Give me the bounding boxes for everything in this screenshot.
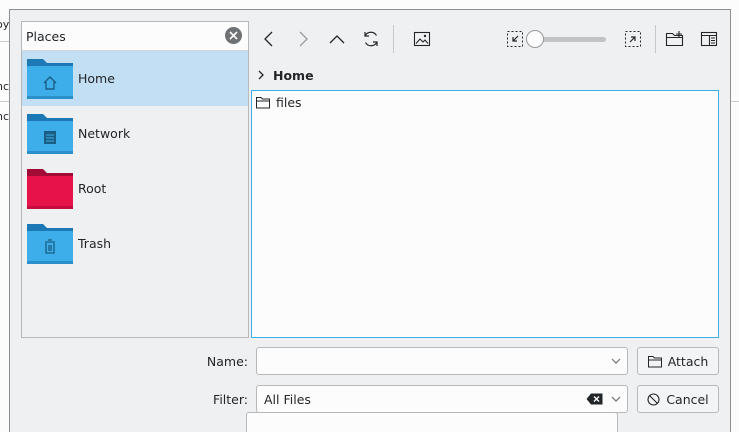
navigation-toolbar	[256, 22, 726, 56]
breadcrumb: Home	[255, 65, 314, 85]
toolbar-separator	[393, 25, 394, 53]
file-view[interactable]: files	[251, 90, 719, 338]
places-item-home[interactable]: Home	[22, 51, 248, 106]
places-item-label: Home	[78, 71, 115, 86]
new-folder-button[interactable]	[662, 26, 688, 52]
zoom-in-button[interactable]	[620, 26, 646, 52]
places-item-label: Root	[78, 181, 107, 196]
filter-value: All Files	[264, 392, 311, 407]
places-item-label: Trash	[78, 236, 112, 251]
folder-icon	[256, 96, 270, 108]
background-text: nc	[0, 80, 10, 93]
back-button[interactable]	[256, 26, 282, 52]
places-panel: Places Home Network Root Trash	[21, 21, 249, 338]
breadcrumb-home[interactable]: Home	[273, 68, 314, 83]
file-dialog: Places Home Network Root Trash Home file…	[9, 9, 731, 432]
close-icon[interactable]	[225, 27, 242, 44]
partial-combobox[interactable]	[246, 412, 618, 432]
places-list: Home Network Root Trash	[22, 51, 248, 271]
folder-root-icon	[27, 169, 73, 209]
preview-button[interactable]	[409, 26, 435, 52]
cancel-label: Cancel	[666, 391, 709, 407]
list-item[interactable]: files	[256, 93, 302, 111]
up-icon	[329, 35, 345, 44]
folder-network-icon	[27, 114, 73, 154]
view-options-icon	[700, 31, 718, 47]
preview-icon	[413, 31, 431, 47]
reload-icon	[364, 31, 378, 47]
places-item-label: Network	[78, 126, 131, 141]
places-item-trash[interactable]: Trash	[22, 216, 248, 271]
forward-button[interactable]	[290, 26, 316, 52]
filter-label: Filter:	[213, 392, 248, 407]
chevron-down-icon[interactable]	[611, 357, 621, 365]
folder-open-icon	[647, 355, 662, 367]
up-button[interactable]	[324, 26, 350, 52]
folder-home-icon	[27, 59, 73, 99]
chevron-right-icon[interactable]	[255, 69, 267, 81]
clear-text-icon[interactable]	[586, 393, 603, 405]
back-icon	[264, 31, 273, 47]
name-combobox[interactable]	[256, 347, 628, 375]
cancel-button[interactable]: Cancel	[637, 385, 719, 413]
zoom-slider-handle[interactable]	[526, 30, 544, 48]
background-text: nc	[0, 110, 10, 123]
places-header: Places	[22, 22, 248, 51]
attach-button[interactable]: Attach	[637, 347, 719, 375]
new-folder-icon	[665, 31, 684, 47]
attach-label: Attach	[667, 353, 709, 369]
forward-icon	[299, 31, 308, 47]
zoom-out-button[interactable]	[502, 26, 528, 52]
file-name: files	[276, 94, 302, 110]
places-title: Places	[26, 29, 66, 44]
background-text: oy	[0, 18, 10, 31]
folder-trash-icon	[27, 224, 73, 264]
zoom-in-icon	[625, 31, 641, 47]
places-item-network[interactable]: Network	[22, 106, 248, 161]
name-label: Name:	[206, 354, 248, 369]
zoom-out-icon	[507, 31, 523, 47]
cancel-icon	[647, 392, 660, 406]
view-options-button[interactable]	[696, 26, 722, 52]
filter-combobox[interactable]: All Files	[256, 385, 628, 413]
places-item-root[interactable]: Root	[22, 161, 248, 216]
toolbar-separator	[655, 25, 656, 53]
chevron-down-icon[interactable]	[611, 395, 621, 403]
reload-button[interactable]	[358, 26, 384, 52]
